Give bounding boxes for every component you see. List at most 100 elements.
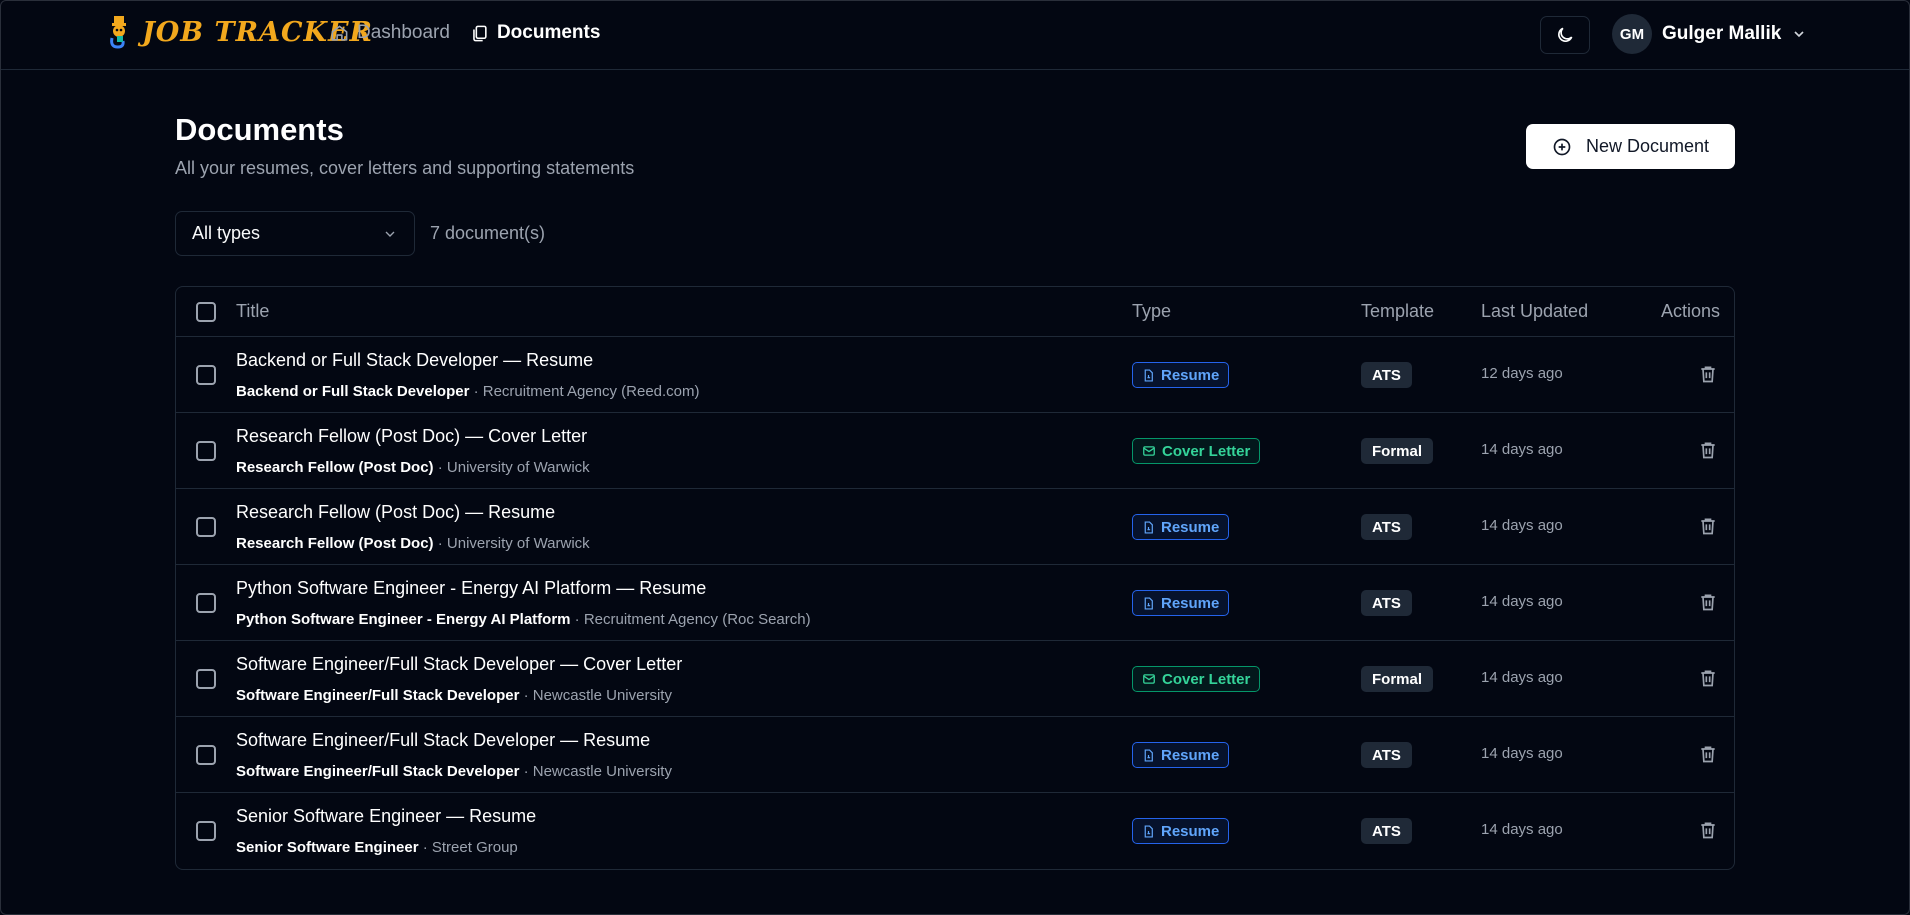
job-role: Python Software Engineer - Energy AI Pla…	[236, 611, 571, 628]
moon-icon	[1558, 27, 1573, 42]
type-badge: Resume	[1132, 362, 1230, 388]
template-badge: ATS	[1361, 514, 1412, 540]
type-badge: Resume	[1132, 590, 1230, 616]
document-title[interactable]: Backend or Full Stack Developer — Resume	[236, 350, 593, 371]
file-icon	[1144, 368, 1153, 382]
delete-icon[interactable]	[1698, 820, 1718, 840]
document-title[interactable]: Senior Software Engineer — Resume	[236, 806, 536, 827]
document-subtitle: Backend or Full Stack Developer · Recrui…	[236, 383, 700, 400]
delete-icon[interactable]	[1698, 592, 1718, 612]
file-icon	[1144, 520, 1153, 534]
nav-documents-label: Documents	[496, 22, 601, 43]
file-icon	[1144, 596, 1153, 610]
document-subtitle: Python Software Engineer - Energy AI Pla…	[236, 611, 811, 628]
document-subtitle: Research Fellow (Post Doc) · University …	[236, 459, 590, 476]
template-badge: ATS	[1361, 818, 1412, 844]
row-checkbox[interactable]	[196, 745, 216, 765]
user-name: Gulger Mallik	[1662, 23, 1782, 44]
new-document-button[interactable]: New Document	[1526, 124, 1735, 169]
file-icon	[1144, 824, 1153, 838]
last-updated: 14 days ago	[1481, 517, 1563, 534]
template-badge: ATS	[1361, 590, 1412, 616]
mail-icon	[1143, 674, 1155, 684]
select-all-checkbox[interactable]	[196, 302, 216, 322]
job-organization: · Newcastle University	[519, 763, 672, 780]
type-filter-select[interactable]: All types	[175, 211, 415, 256]
table-row[interactable]: Python Software Engineer - Energy AI Pla…	[176, 565, 1734, 641]
new-document-label: New Document	[1585, 136, 1710, 156]
document-title[interactable]: Research Fellow (Post Doc) — Resume	[236, 502, 555, 523]
last-updated: 14 days ago	[1481, 745, 1563, 762]
document-subtitle: Research Fellow (Post Doc) · University …	[236, 535, 590, 552]
table-row[interactable]: Research Fellow (Post Doc) — Cover Lette…	[176, 413, 1734, 489]
row-checkbox[interactable]	[196, 365, 216, 385]
delete-icon[interactable]	[1698, 440, 1718, 460]
table-row[interactable]: Backend or Full Stack Developer — Resume…	[176, 337, 1734, 413]
theme-toggle-button[interactable]	[1540, 16, 1590, 54]
job-role: Research Fellow (Post Doc)	[236, 535, 434, 552]
template-badge: ATS	[1361, 362, 1412, 388]
type-badge-label: Resume	[1161, 518, 1220, 536]
document-title[interactable]: Software Engineer/Full Stack Developer —…	[236, 654, 682, 675]
template-badge: Formal	[1361, 666, 1434, 692]
job-organization: · University of Warwick	[433, 535, 590, 552]
table-row[interactable]: Software Engineer/Full Stack Developer —…	[176, 641, 1734, 717]
row-checkbox[interactable]	[196, 441, 216, 461]
page-title: Documents	[175, 112, 344, 147]
job-role: Senior Software Engineer	[236, 839, 419, 856]
user-menu[interactable]: GM Gulger Mallik	[1612, 14, 1807, 54]
row-checkbox[interactable]	[196, 593, 216, 613]
chevron-down-icon	[385, 231, 395, 237]
nav-documents[interactable]: Documents	[470, 22, 600, 44]
logo-mascot-icon	[110, 16, 126, 49]
job-role: Software Engineer/Full Stack Developer	[236, 687, 520, 704]
job-role: Software Engineer/Full Stack Developer	[236, 763, 520, 780]
delete-icon[interactable]	[1698, 744, 1718, 764]
document-title[interactable]: Software Engineer/Full Stack Developer —…	[236, 730, 650, 751]
documents-icon	[473, 25, 487, 41]
column-type[interactable]: Type	[1132, 301, 1171, 322]
column-template[interactable]: Template	[1361, 301, 1434, 322]
row-checkbox[interactable]	[196, 517, 216, 537]
template-badge: ATS	[1361, 742, 1412, 768]
type-badge: Cover Letter	[1132, 438, 1261, 464]
table-header: Title Type Template Last Updated Actions	[176, 287, 1734, 337]
job-role: Backend or Full Stack Developer	[236, 383, 470, 400]
document-subtitle: Senior Software Engineer · Street Group	[236, 839, 518, 856]
top-header: JOB TRACKER Dashboard Documents GM Gulge…	[0, 0, 1910, 70]
template-badge: Formal	[1361, 438, 1434, 464]
table-row[interactable]: Software Engineer/Full Stack Developer —…	[176, 717, 1734, 793]
document-title[interactable]: Python Software Engineer - Energy AI Pla…	[236, 578, 706, 599]
row-checkbox[interactable]	[196, 669, 216, 689]
delete-icon[interactable]	[1698, 364, 1718, 384]
table-row[interactable]: Senior Software Engineer — Resume Senior …	[176, 793, 1734, 869]
table-body: Backend or Full Stack Developer — Resume…	[176, 337, 1734, 869]
column-last-updated[interactable]: Last Updated	[1481, 301, 1588, 322]
type-badge: Resume	[1132, 818, 1230, 844]
file-icon	[1144, 748, 1153, 762]
mail-icon	[1143, 446, 1155, 456]
last-updated: 14 days ago	[1481, 593, 1563, 610]
type-badge: Resume	[1132, 742, 1230, 768]
nav-dashboard[interactable]: Dashboard	[330, 22, 450, 44]
type-badge-label: Resume	[1161, 746, 1220, 764]
type-badge-label: Cover Letter	[1162, 442, 1251, 460]
column-actions: Actions	[1661, 301, 1721, 321]
page-subtitle: All your resumes, cover letters and supp…	[175, 158, 635, 178]
document-title[interactable]: Research Fellow (Post Doc) — Cover Lette…	[236, 426, 587, 447]
type-badge-label: Cover Letter	[1162, 670, 1251, 688]
last-updated: 14 days ago	[1481, 441, 1563, 458]
last-updated: 12 days ago	[1481, 365, 1563, 382]
row-checkbox[interactable]	[196, 821, 216, 841]
column-title[interactable]: Title	[236, 301, 269, 322]
home-icon	[331, 25, 348, 41]
type-badge: Cover Letter	[1132, 666, 1261, 692]
job-organization: · University of Warwick	[433, 459, 590, 476]
document-subtitle: Software Engineer/Full Stack Developer ·…	[236, 763, 672, 780]
table-row[interactable]: Research Fellow (Post Doc) — Resume Resea…	[176, 489, 1734, 565]
delete-icon[interactable]	[1698, 668, 1718, 688]
documents-table: Title Type Template Last Updated Actions…	[175, 286, 1735, 870]
plus-circle-icon	[1553, 138, 1571, 155]
delete-icon[interactable]	[1698, 516, 1718, 536]
job-organization: · Street Group	[418, 839, 518, 856]
